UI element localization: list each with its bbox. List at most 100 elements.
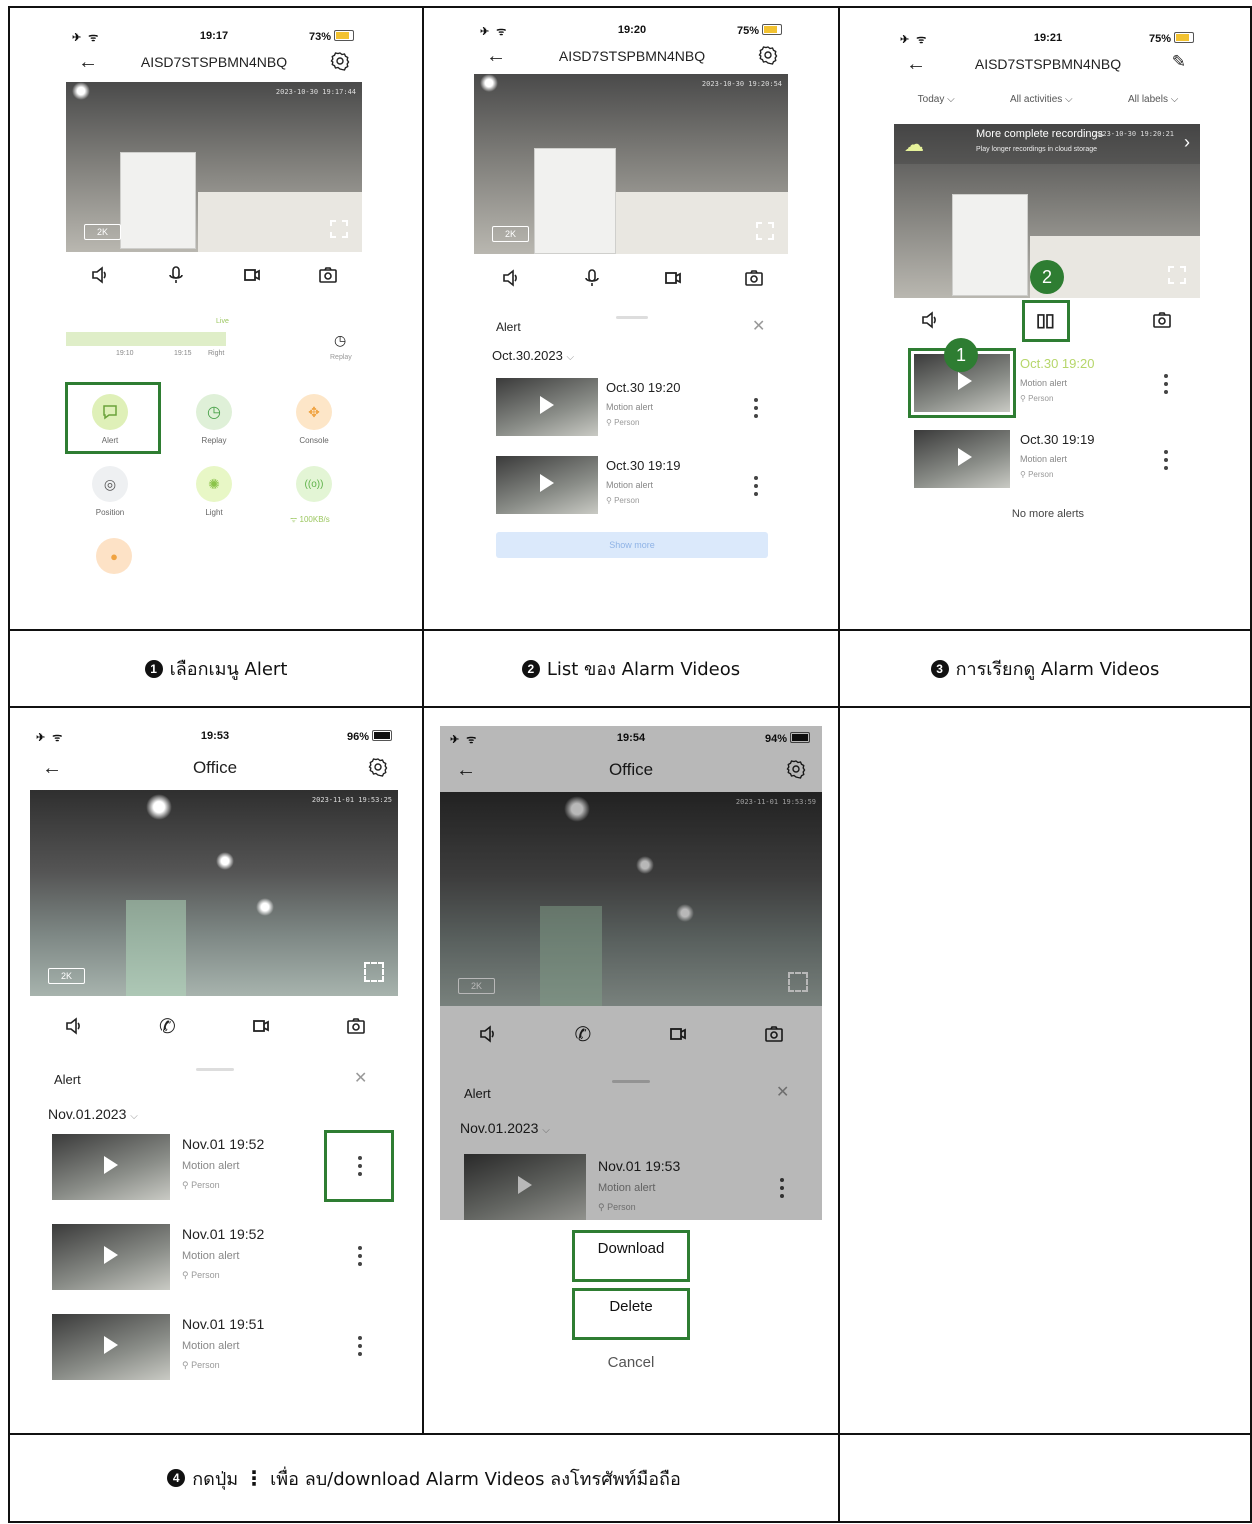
screenshot-4: ✈ ᯤ 19:53 96% ← Office 2023-11-01 19:53:… [26,724,404,1404]
alert-row[interactable]: Nov.01 19:51 Motion alert ⚲ Person [26,1312,404,1382]
menu-console-button[interactable]: ✥ Console [296,394,332,445]
replay-label: Replay [330,354,352,361]
quality-button[interactable]: 2K [492,226,530,242]
more-options-icon[interactable] [358,1336,362,1360]
fullscreen-icon[interactable] [364,962,384,982]
cancel-button[interactable]: Cancel [440,1354,822,1371]
alert-thumbnail[interactable] [52,1314,170,1380]
speaker-icon[interactable] [920,310,940,335]
table-border-bottom [8,1521,1252,1523]
live-video[interactable]: 2023-10-30 19:17:44 2K [66,82,362,252]
alert-thumbnail[interactable] [496,378,598,436]
timeline-recorded-bar [66,332,226,346]
record-video-icon[interactable] [251,1016,271,1036]
play-icon [104,1156,118,1174]
timeline-live-label: Live [216,318,229,325]
chevron-down-icon: ⌵ [566,352,575,363]
more-options-icon[interactable] [1164,374,1168,398]
filter-labels[interactable]: All labels ⌵ [1128,94,1178,105]
alert-thumbnail[interactable] [914,430,1010,488]
alert-row[interactable]: Oct.30 19:19 Motion alert ⚲ Person [890,430,1206,492]
light-icon: ✺ [196,466,232,502]
status-bar: ✈ ᯤ 19:21 75% [890,30,1206,50]
alert-tag: ⚲ Person [606,496,640,505]
alert-row[interactable]: Oct.30 19:19 Motion alert ⚲ Person [470,456,794,518]
live-video[interactable]: 2023-11-01 19:53:25 2K [30,790,398,996]
close-icon[interactable]: ✕ [752,316,765,336]
replay-clock-icon[interactable]: ◷ [334,332,346,349]
alert-time: Nov.01 19:52 [182,1226,265,1242]
phone-call-icon[interactable]: ✆ [159,1014,176,1039]
sheet-handle[interactable] [196,1068,234,1071]
banner-subtitle: Play longer recordings in cloud storage [976,146,1098,153]
quality-button[interactable]: 2K [84,224,122,240]
video-cabinet [120,152,196,249]
more-options-icon[interactable] [1164,450,1168,474]
play-icon [540,474,554,492]
close-icon[interactable]: ✕ [354,1068,367,1088]
menu-position-button[interactable]: ◎ Position [92,466,128,517]
speaker-icon[interactable] [64,1016,84,1036]
settings-gear-icon[interactable] [368,757,388,777]
settings-gear-icon[interactable] [330,51,350,71]
camera-snapshot-icon[interactable] [318,265,338,285]
speaker-icon[interactable] [501,268,521,288]
filter-today[interactable]: Today ⌵ [918,94,955,105]
menu-signal-button[interactable]: ((o)) [296,466,332,508]
alert-tag: ⚲ Person [182,1270,220,1280]
alert-thumbnail[interactable] [52,1134,170,1200]
dim-overlay[interactable] [440,726,822,1220]
alert-time: Oct.30 19:19 [1020,432,1095,447]
alert-row[interactable]: Oct.30 19:20 Motion alert ⚲ Person [470,378,794,440]
date-selector[interactable]: Nov.01.2023 ⌵ [48,1106,138,1122]
play-icon [958,448,972,466]
device-title: AISD7STSPBMN4NBQ [140,54,288,70]
control-bar [62,257,366,293]
camera-snapshot-icon[interactable] [744,268,764,288]
video-cabinet [534,148,616,254]
banner-title: More complete recordings [976,128,1104,140]
fullscreen-icon[interactable] [330,220,348,238]
sheet-handle[interactable] [616,316,648,319]
record-video-icon[interactable] [663,268,683,288]
nav-bar: ← Office [26,754,404,782]
alert-thumbnail[interactable] [52,1224,170,1290]
fullscreen-icon[interactable] [756,222,774,240]
speaker-icon[interactable] [90,265,110,285]
settings-gear-icon[interactable] [758,45,778,65]
console-icon: ✥ [296,394,332,430]
microphone-icon[interactable] [582,268,602,288]
alert-thumbnail[interactable] [496,456,598,514]
date-selector[interactable]: Oct.30.2023 ⌵ [492,348,574,363]
glass-door [126,900,186,996]
alert-time: Nov.01 19:51 [182,1316,265,1332]
screenshot-1: ✈ ᯤ 19:17 73% ← AISD7STSPBMN4NBQ 2023-10… [62,28,366,588]
more-options-icon[interactable] [358,1246,362,1270]
camera-snapshot-icon[interactable] [1152,310,1172,335]
screenshot-2: ✈ ᯤ 19:20 75% ← AISD7STSPBMN4NBQ 2023-10… [470,20,794,590]
filter-activities[interactable]: All activities ⌵ [1010,94,1073,105]
menu-talk-button[interactable]: ● [96,538,132,580]
table-border [8,706,1252,708]
menu-light-button[interactable]: ✺ Light [196,466,232,517]
alert-type: Motion alert [606,402,654,412]
timeline[interactable]: Live 19:10 19:15 Right ◷ Replay [66,308,362,366]
fullscreen-icon[interactable] [1168,266,1186,284]
more-options-icon[interactable] [754,398,758,422]
step-number-badge: 2 [521,659,540,678]
record-video-icon[interactable] [242,265,262,285]
alert-row[interactable]: Nov.01 19:52 Motion alert ⚲ Person [26,1222,404,1292]
menu-replay-button[interactable]: ◷ Replay [196,394,232,445]
quality-button[interactable]: 2K [48,968,86,984]
more-options-icon[interactable] [754,476,758,500]
edit-pencil-icon[interactable]: ✎ [1172,52,1186,72]
microphone-icon[interactable] [166,265,186,285]
live-video[interactable]: 2023-10-30 19:20:54 2K [474,74,788,254]
video-timestamp: 2023-10-30 19:20:21 [1093,130,1174,138]
camera-snapshot-icon[interactable] [346,1016,366,1036]
highlight-box-alert [65,382,161,454]
caption-4: 4 กดปุ่ม ⋮ เพื่อ ลบ/download Alarm Video… [10,1435,838,1521]
show-more-button[interactable]: Show more [496,532,768,558]
chevron-right-icon[interactable]: › [1184,132,1190,153]
cloud-banner[interactable]: ☁ More complete recordings Play longer r… [894,124,1200,164]
